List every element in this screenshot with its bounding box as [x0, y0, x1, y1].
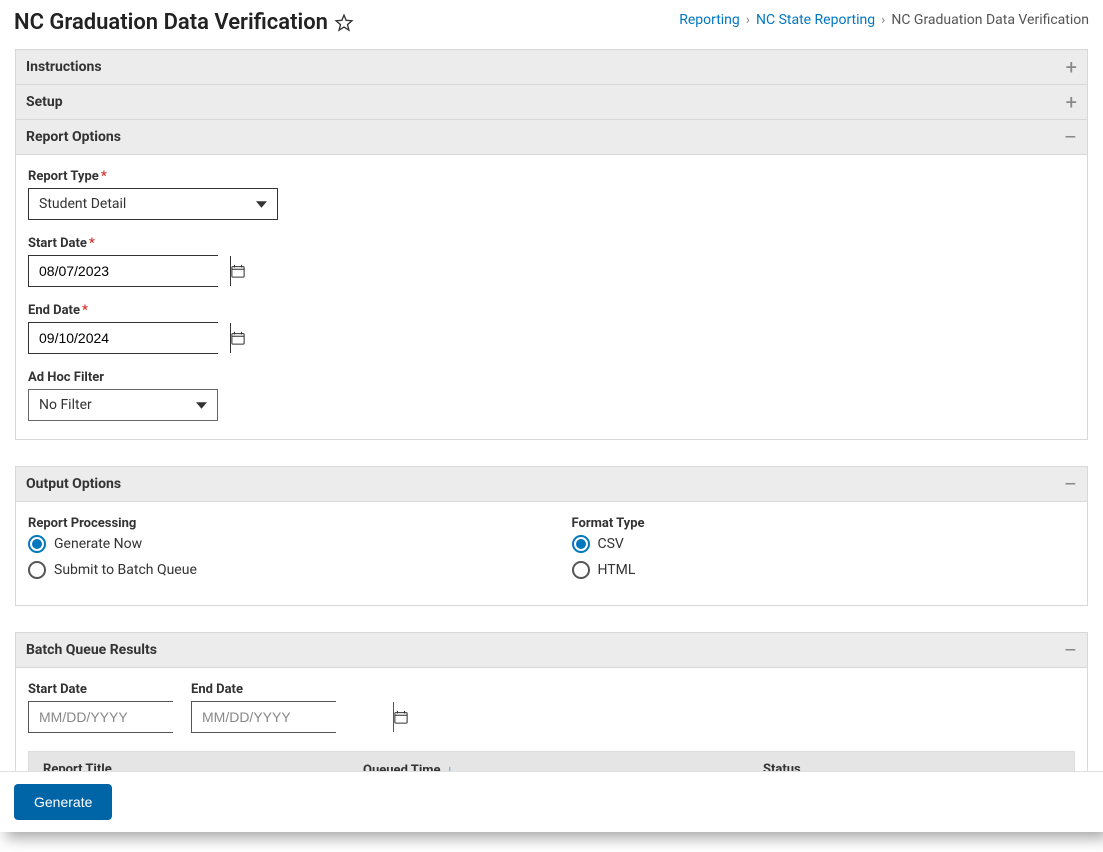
- select-value: Student Detail: [39, 196, 126, 212]
- required-asterisk: *: [82, 303, 88, 318]
- minus-icon: –: [1064, 474, 1077, 494]
- adhoc-label: Ad Hoc Filter: [28, 370, 1075, 385]
- radio-label: CSV: [598, 536, 624, 552]
- page-title: NC Graduation Data Verification: [14, 10, 354, 35]
- accordion-label: Setup: [26, 94, 63, 110]
- radio-icon: [28, 535, 46, 553]
- field-adhoc: Ad Hoc Filter No Filter: [28, 370, 1075, 421]
- radio-label: Generate Now: [54, 536, 142, 552]
- radio-submit-batch[interactable]: Submit to Batch Queue: [28, 561, 532, 579]
- caret-down-icon: [256, 196, 267, 212]
- star-icon[interactable]: [334, 13, 354, 33]
- radio-html[interactable]: HTML: [572, 561, 1076, 579]
- report-type-label: Report Type*: [28, 169, 1075, 184]
- bq-start-date-label: Start Date: [28, 682, 173, 697]
- adhoc-select[interactable]: No Filter: [28, 389, 218, 421]
- processing-label: Report Processing: [28, 516, 532, 531]
- start-date-label: Start Date*: [28, 236, 1075, 251]
- accordion-label: Instructions: [26, 59, 102, 75]
- end-date-input-wrap: [28, 322, 218, 354]
- start-date-input[interactable]: [29, 256, 230, 286]
- calendar-button[interactable]: [230, 323, 245, 353]
- plus-icon: +: [1066, 92, 1077, 112]
- minus-icon: –: [1064, 640, 1077, 660]
- radio-label: Submit to Batch Queue: [54, 562, 197, 578]
- radio-icon: [572, 535, 590, 553]
- select-value: No Filter: [39, 397, 92, 413]
- bq-start-date-field: Start Date: [28, 682, 173, 733]
- bq-start-date-wrap: [28, 701, 173, 733]
- bq-end-date-field: End Date: [191, 682, 336, 733]
- footer-bar: Generate: [0, 771, 1103, 832]
- required-asterisk: *: [101, 169, 107, 184]
- chevron-right-icon: ›: [881, 12, 885, 28]
- calendar-icon: [394, 710, 408, 724]
- generate-button[interactable]: Generate: [14, 784, 112, 820]
- caret-down-icon: [196, 397, 207, 413]
- accordion-label: Batch Queue Results: [26, 642, 157, 658]
- calendar-button[interactable]: [393, 702, 408, 732]
- minus-icon: –: [1064, 127, 1077, 147]
- start-date-input-wrap: [28, 255, 218, 287]
- breadcrumb-nc-state-reporting[interactable]: NC State Reporting: [756, 12, 875, 28]
- accordion-setup[interactable]: Setup +: [15, 85, 1088, 120]
- accordion-label: Report Options: [26, 129, 121, 145]
- radio-label: HTML: [598, 562, 636, 578]
- accordion-instructions[interactable]: Instructions +: [15, 49, 1088, 85]
- breadcrumb-reporting[interactable]: Reporting: [679, 12, 740, 28]
- bq-end-date-wrap: [191, 701, 336, 733]
- format-type-group: Format Type CSV HTML: [572, 516, 1076, 587]
- header: NC Graduation Data Verification Reportin…: [14, 10, 1089, 35]
- calendar-icon: [231, 331, 245, 345]
- bq-end-date-label: End Date: [191, 682, 336, 697]
- field-end-date: End Date*: [28, 303, 1075, 354]
- breadcrumb: Reporting › NC State Reporting › NC Grad…: [679, 10, 1089, 28]
- page-title-text: NC Graduation Data Verification: [14, 10, 328, 35]
- field-report-type: Report Type* Student Detail: [28, 169, 1075, 220]
- chevron-right-icon: ›: [746, 12, 750, 28]
- main-panel: Instructions + Setup + Report Options – …: [14, 49, 1089, 832]
- output-options-body: Report Processing Generate Now Submit to…: [15, 502, 1088, 606]
- bq-end-date-input[interactable]: [192, 702, 393, 732]
- plus-icon: +: [1066, 57, 1077, 77]
- field-start-date: Start Date*: [28, 236, 1075, 287]
- required-asterisk: *: [89, 236, 95, 251]
- report-processing-group: Report Processing Generate Now Submit to…: [28, 516, 532, 587]
- calendar-button[interactable]: [230, 256, 245, 286]
- radio-icon: [572, 561, 590, 579]
- accordion-report-options[interactable]: Report Options –: [15, 120, 1088, 155]
- calendar-icon: [231, 264, 245, 278]
- report-options-body: Report Type* Student Detail Start Date*: [15, 155, 1088, 440]
- report-type-select[interactable]: Student Detail: [28, 188, 278, 220]
- end-date-label: End Date*: [28, 303, 1075, 318]
- breadcrumb-current: NC Graduation Data Verification: [891, 12, 1089, 28]
- end-date-input[interactable]: [29, 323, 230, 353]
- radio-csv[interactable]: CSV: [572, 535, 1076, 553]
- radio-icon: [28, 561, 46, 579]
- radio-generate-now[interactable]: Generate Now: [28, 535, 532, 553]
- accordion-batch-queue[interactable]: Batch Queue Results –: [15, 632, 1088, 668]
- accordion-label: Output Options: [26, 476, 121, 492]
- format-label: Format Type: [572, 516, 1076, 531]
- accordion-output-options[interactable]: Output Options –: [15, 466, 1088, 502]
